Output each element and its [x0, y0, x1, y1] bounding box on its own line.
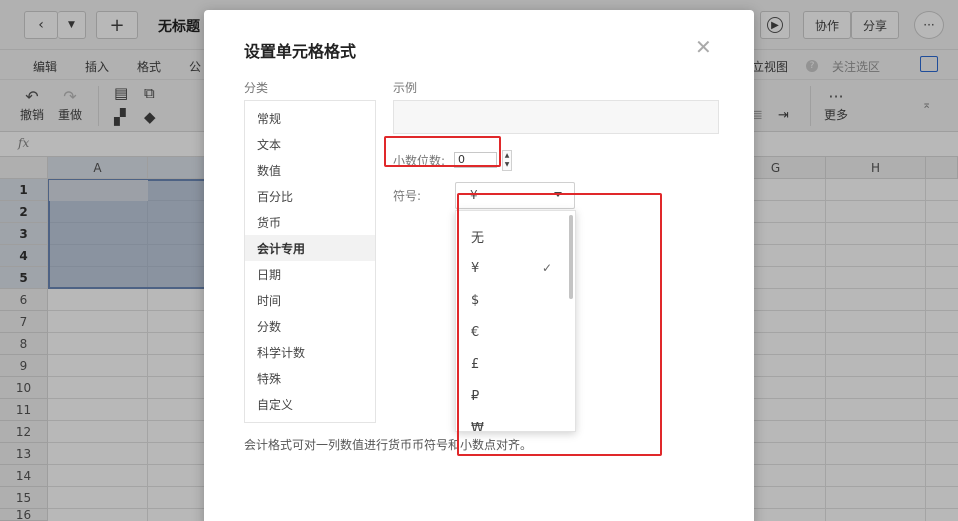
category-item-active[interactable]: 会计专用 [245, 235, 375, 261]
category-item[interactable]: 数值 [245, 157, 375, 183]
category-item[interactable]: 文本 [245, 131, 375, 157]
category-item[interactable]: 时间 [245, 287, 375, 313]
preview-label: 示例 [393, 81, 418, 95]
category-item[interactable]: 日期 [245, 261, 375, 287]
category-label: 分类 [244, 81, 269, 95]
preview-box [393, 100, 719, 134]
decimal-stepper[interactable]: ▲ ▼ [502, 150, 512, 171]
category-item[interactable]: 常规 [245, 105, 375, 131]
stepper-up-icon[interactable]: ▲ [505, 152, 510, 159]
dialog-title: 设置单元格格式 [244, 42, 357, 61]
category-item[interactable]: 百分比 [245, 183, 375, 209]
symbol-label: 符号: [393, 189, 422, 203]
category-item[interactable]: 货币 [245, 209, 375, 235]
category-item[interactable]: 特殊 [245, 365, 375, 391]
category-item[interactable]: 科学计数 [245, 339, 375, 365]
format-cells-dialog: 设置单元格格式 ✕ 分类 常规 文本 数值 百分比 货币 会计专用 日期 时间 … [204, 10, 754, 521]
annotation-box-symbol [457, 193, 662, 456]
category-item[interactable]: 自定义 [245, 391, 375, 417]
stepper-down-icon[interactable]: ▼ [505, 161, 510, 168]
category-list: 常规 文本 数值 百分比 货币 会计专用 日期 时间 分数 科学计数 特殊 自定… [244, 100, 376, 423]
annotation-box-decimal [384, 136, 501, 167]
close-icon[interactable]: ✕ [695, 37, 712, 57]
category-item[interactable]: 分数 [245, 313, 375, 339]
